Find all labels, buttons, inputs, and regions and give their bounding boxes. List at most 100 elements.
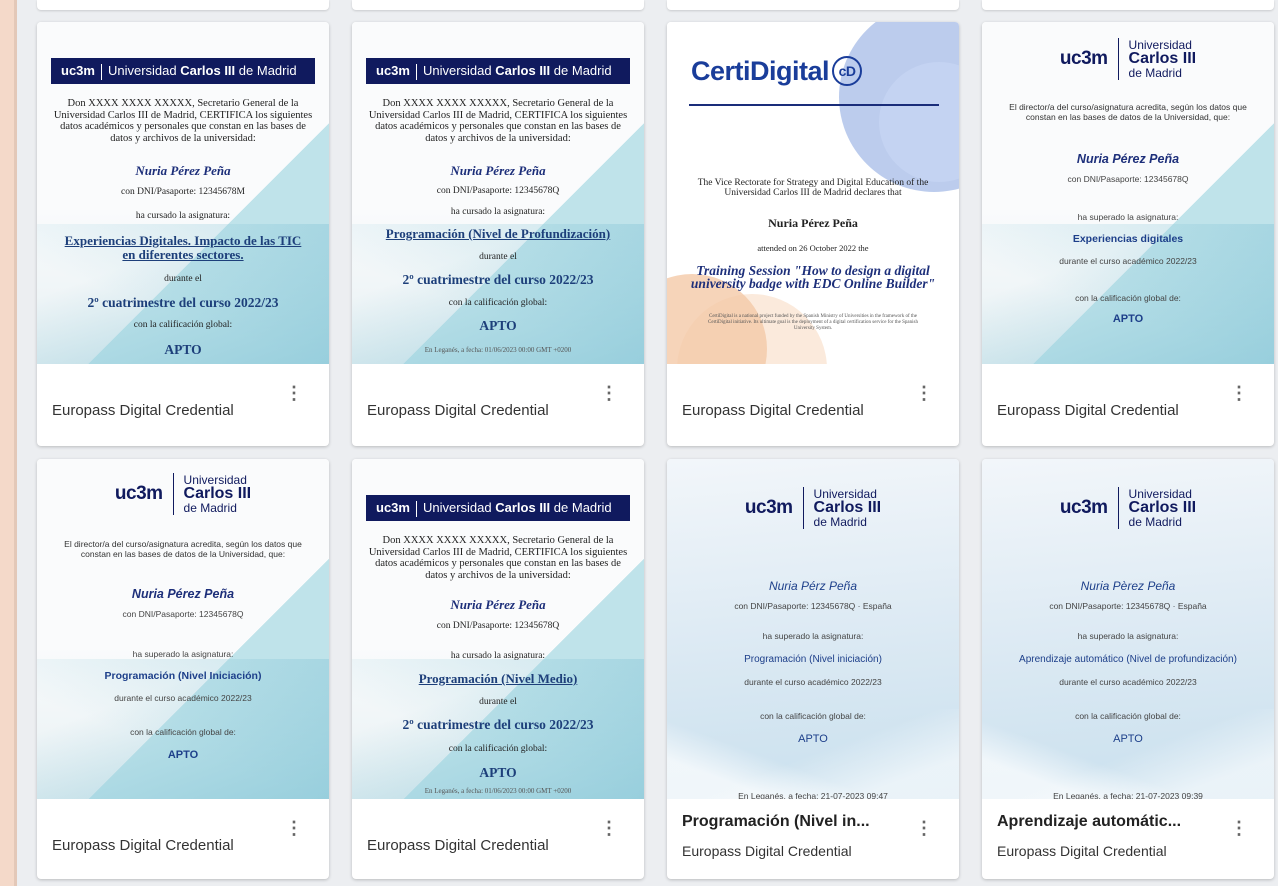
holder-name: Nuria Pérez Peña (1076, 152, 1180, 166)
card-footer: ⋮ Europass Digital Credential (982, 364, 1274, 444)
holder-name: Nuria Pérz Peña (768, 579, 858, 593)
card-footer: ⋮ Europass Digital Credential (37, 799, 329, 879)
subject-name: Programación (Nivel Iniciación) (104, 670, 262, 682)
uc3m-banner-logo: uc3m Universidad Carlos III de Madrid (51, 58, 315, 84)
subject-name: Experiencias Digitales. Impacto de las T… (64, 233, 302, 262)
credential-card[interactable]: uc3m Universidad Carlos III de Madrid El d… (37, 459, 329, 879)
credential-thumbnail[interactable]: uc3m Universidad Carlos III de Madrid El d… (982, 22, 1274, 364)
card-subtitle: Europass Digital Credential (52, 837, 234, 854)
course-intro: ha cursado la asignatura: (450, 651, 546, 661)
grade: APTO (1112, 313, 1144, 325)
more-vert-icon[interactable]: ⋮ (600, 384, 618, 402)
uc3m-logo: uc3m Universidad Carlos III de Madrid (114, 473, 252, 515)
period: durante el curso académico 2022/23 (1059, 256, 1197, 266)
grade-intro: con la calificación global: (448, 744, 548, 754)
credential-thumbnail[interactable]: uc3m Universidad Carlos III de Madrid Nuri… (982, 459, 1274, 799)
credential-thumbnail[interactable]: uc3m Universidad Carlos III de Madrid Don… (352, 22, 644, 364)
credential-card[interactable]: CertiDigital cD The Vice Rectorate for St… (667, 22, 959, 446)
card-footer: ⋮ Europass Digital Credential (37, 364, 329, 444)
period: 2º cuatrimestre del curso 2022/23 (402, 272, 594, 287)
id-line: con DNI/Pasaporte: 12345678Q (1067, 174, 1189, 184)
more-vert-icon[interactable]: ⋮ (285, 384, 303, 402)
issue-date-line: En Leganés, a fecha: 01/06/2023 00:00 GM… (424, 787, 572, 795)
grade: APTO (167, 749, 199, 761)
card-subtitle: Europass Digital Credential (682, 843, 852, 859)
grade-intro: con la calificación global: (448, 298, 548, 308)
grade: APTO (1113, 733, 1143, 745)
period: durante el curso académico 2022/23 (114, 693, 252, 703)
course-intro: ha cursado la asignatura: (135, 211, 231, 221)
card-footer: ⋮ Europass Digital Credential (667, 364, 959, 444)
holder-name: Nuria Pérez Peña (135, 163, 231, 178)
card-subtitle: Europass Digital Credential (997, 843, 1167, 859)
issue-date-line: En Leganés, a fecha: 21-07-2023 09:39 (1053, 791, 1203, 799)
card-top-edge (37, 0, 329, 10)
grade-intro: con la calificación global de: (130, 727, 236, 737)
uc3m-banner-logo: uc3m Universidad Carlos III de Madrid (366, 58, 630, 84)
card-title: Aprendizaje automátic... (997, 813, 1182, 830)
grade: APTO (479, 318, 517, 333)
credential-card[interactable]: uc3m Universidad Carlos III de Madrid Nuri… (982, 459, 1274, 879)
issue-date-line: En Leganés, a fecha: 21-07-2023 09:47 (738, 791, 888, 799)
more-vert-icon[interactable]: ⋮ (1230, 384, 1248, 402)
more-vert-icon[interactable]: ⋮ (600, 819, 618, 837)
holder-name: Nuria Pèrez Peña (1080, 579, 1176, 593)
certidigital-logo: CertiDigital cD (691, 56, 863, 87)
credential-card[interactable]: uc3m Universidad Carlos III de Madrid Don… (352, 459, 644, 879)
period: durante el curso académico 2022/23 (1059, 677, 1197, 687)
grade: APTO (798, 733, 828, 745)
course-intro: ha superado la asignatura: (132, 649, 234, 659)
uc3m-logo: uc3m Universidad Carlos III de Madrid (744, 487, 882, 529)
course-intro: ha superado la asignatura: (1077, 212, 1179, 222)
grade-intro: con la calificación global de: (760, 711, 866, 721)
certificate-intro: Don XXXX XXXX XXXXX, Secretario General … (53, 98, 313, 144)
more-vert-icon[interactable]: ⋮ (915, 384, 933, 402)
course-intro: ha superado la asignatura: (762, 631, 864, 641)
more-vert-icon[interactable]: ⋮ (285, 819, 303, 837)
grade-intro: con la calificación global de: (1075, 711, 1181, 721)
credential-thumbnail[interactable]: uc3m Universidad Carlos III de Madrid Don… (352, 459, 644, 799)
holder-name: Nuria Pérez Peña (450, 163, 546, 178)
holder-name: Nuria Pérez Peña (768, 216, 858, 230)
period-intro: durante el (479, 252, 517, 262)
holder-name: Nuria Pérez Peña (450, 597, 546, 612)
id-line: con DNI/Pasaporte: 12345678Q · España (1049, 601, 1207, 611)
issue-date-line: En Leganés, a fecha: 01/06/2023 00:00 GM… (424, 346, 572, 354)
credential-card[interactable]: uc3m Universidad Carlos III de Madrid Don… (37, 22, 329, 446)
subject-name: Programación (Nivel iniciación) (744, 654, 882, 665)
certificate-intro: El director/a del curso/asignatura acred… (1009, 102, 1247, 122)
grade: APTO (479, 765, 517, 780)
credential-thumbnail[interactable]: uc3m Universidad Carlos III de Madrid El d… (37, 459, 329, 799)
card-subtitle: Europass Digital Credential (367, 402, 549, 419)
subject-name: Programación (Nivel Medio) (418, 671, 578, 686)
subject-name: Programación (Nivel de Profundización) (385, 226, 611, 241)
more-vert-icon[interactable]: ⋮ (915, 819, 933, 837)
card-footer: ⋮ Aprendizaje automátic... Europass Digi… (982, 799, 1274, 879)
id-line: con DNI/Pasaporte: 12345678Q · España (734, 601, 892, 611)
credential-thumbnail[interactable]: uc3m Universidad Carlos III de Madrid Nuri… (667, 459, 959, 799)
course-title: Training Session "How to design a digita… (690, 263, 936, 291)
id-line: con DNI/Pasaporte: 12345678Q (436, 621, 560, 631)
more-vert-icon[interactable]: ⋮ (1230, 819, 1248, 837)
card-title: Programación (Nivel in... (682, 813, 870, 830)
grade: APTO (164, 342, 202, 357)
fine-print: CertiDigital is a national project funde… (708, 314, 918, 331)
card-subtitle: Europass Digital Credential (367, 837, 549, 854)
grade-intro: con la calificación global: (133, 320, 233, 330)
period-intro: durante el (164, 274, 202, 284)
divider (689, 104, 939, 106)
grade-intro: con la calificación global de: (1075, 293, 1181, 303)
credential-card[interactable]: uc3m Universidad Carlos III de Madrid Don… (352, 22, 644, 446)
certificate-intro: El director/a del curso/asignatura acred… (64, 539, 302, 559)
uc3m-logo: uc3m Universidad Carlos III de Madrid (1059, 487, 1197, 529)
credential-thumbnail[interactable]: uc3m Universidad Carlos III de Madrid Don… (37, 22, 329, 364)
credentials-panel: uc3m Universidad Carlos III de Madrid Don… (14, 0, 1278, 886)
credential-thumbnail[interactable]: CertiDigital cD The Vice Rectorate for St… (667, 22, 959, 364)
credential-card[interactable]: uc3m Universidad Carlos III de Madrid El d… (982, 22, 1274, 446)
left-rail (0, 0, 14, 886)
attended-line: attended on 26 October 2022 the (757, 243, 869, 253)
certificate-intro: The Vice Rectorate for Strategy and Digi… (697, 178, 929, 198)
holder-name: Nuria Pérez Peña (131, 587, 235, 601)
card-subtitle: Europass Digital Credential (997, 402, 1179, 419)
credential-card[interactable]: uc3m Universidad Carlos III de Madrid Nuri… (667, 459, 959, 879)
